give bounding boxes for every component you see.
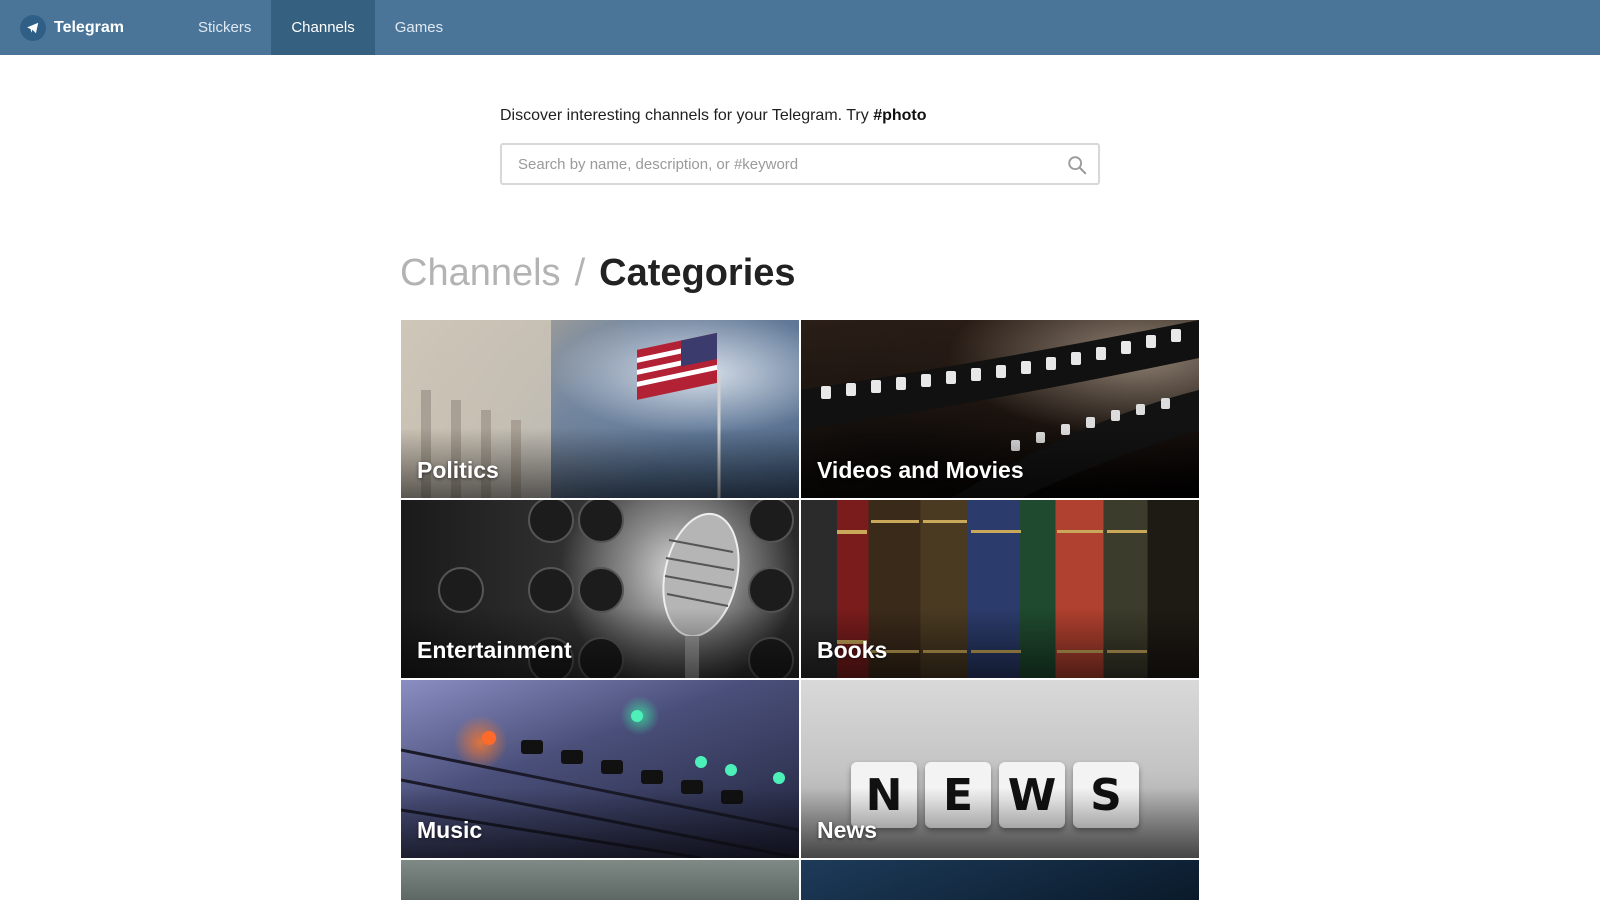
category-label: Videos and Movies xyxy=(817,457,1024,483)
nav-tab-games[interactable]: Games xyxy=(375,0,463,55)
intro-hashtag-link[interactable]: #photo xyxy=(873,107,926,124)
breadcrumb: Channels / Categories xyxy=(400,252,796,295)
nav-tab-stickers[interactable]: Stickers xyxy=(178,0,271,55)
keyboard-image xyxy=(801,860,1199,900)
category-tile-partial-right[interactable] xyxy=(801,860,1199,900)
category-grid: Politics Videos and Movies Entertainment… xyxy=(401,320,1201,858)
category-tile-books[interactable]: Books xyxy=(801,500,1199,678)
category-tile-politics[interactable]: Politics xyxy=(401,320,799,498)
brand-logo-link[interactable]: Telegram xyxy=(0,0,178,55)
breadcrumb-separator: / xyxy=(574,252,586,294)
chalkboard-image xyxy=(401,860,799,900)
category-label: News xyxy=(817,817,878,843)
search-icon[interactable] xyxy=(1066,154,1088,176)
category-tile-videos-and-movies[interactable]: Videos and Movies xyxy=(801,320,1199,498)
category-label: Music xyxy=(417,817,483,843)
search-box xyxy=(500,143,1100,185)
search-intro-text: Discover interesting channels for your T… xyxy=(500,107,927,125)
category-label: Books xyxy=(817,637,888,663)
search-input[interactable] xyxy=(502,145,1098,183)
intro-text: Discover interesting channels for your T… xyxy=(500,107,874,124)
category-tile-news[interactable]: N E W S News xyxy=(801,680,1199,858)
category-tile-music[interactable]: Music xyxy=(401,680,799,858)
category-tile-entertainment[interactable]: Entertainment xyxy=(401,500,799,678)
brand-name: Telegram xyxy=(54,18,124,36)
top-navigation-bar: Telegram Stickers Channels Games xyxy=(0,0,1600,55)
category-label: Politics xyxy=(417,457,499,483)
breadcrumb-parent-link[interactable]: Channels xyxy=(400,252,561,294)
page-title: Categories xyxy=(599,252,796,294)
category-label: Entertainment xyxy=(417,637,572,663)
category-grid-next-row xyxy=(401,860,1201,900)
nav-tab-channels[interactable]: Channels xyxy=(271,0,375,55)
category-tile-partial-left[interactable] xyxy=(401,860,799,900)
telegram-plane-icon xyxy=(20,14,46,41)
